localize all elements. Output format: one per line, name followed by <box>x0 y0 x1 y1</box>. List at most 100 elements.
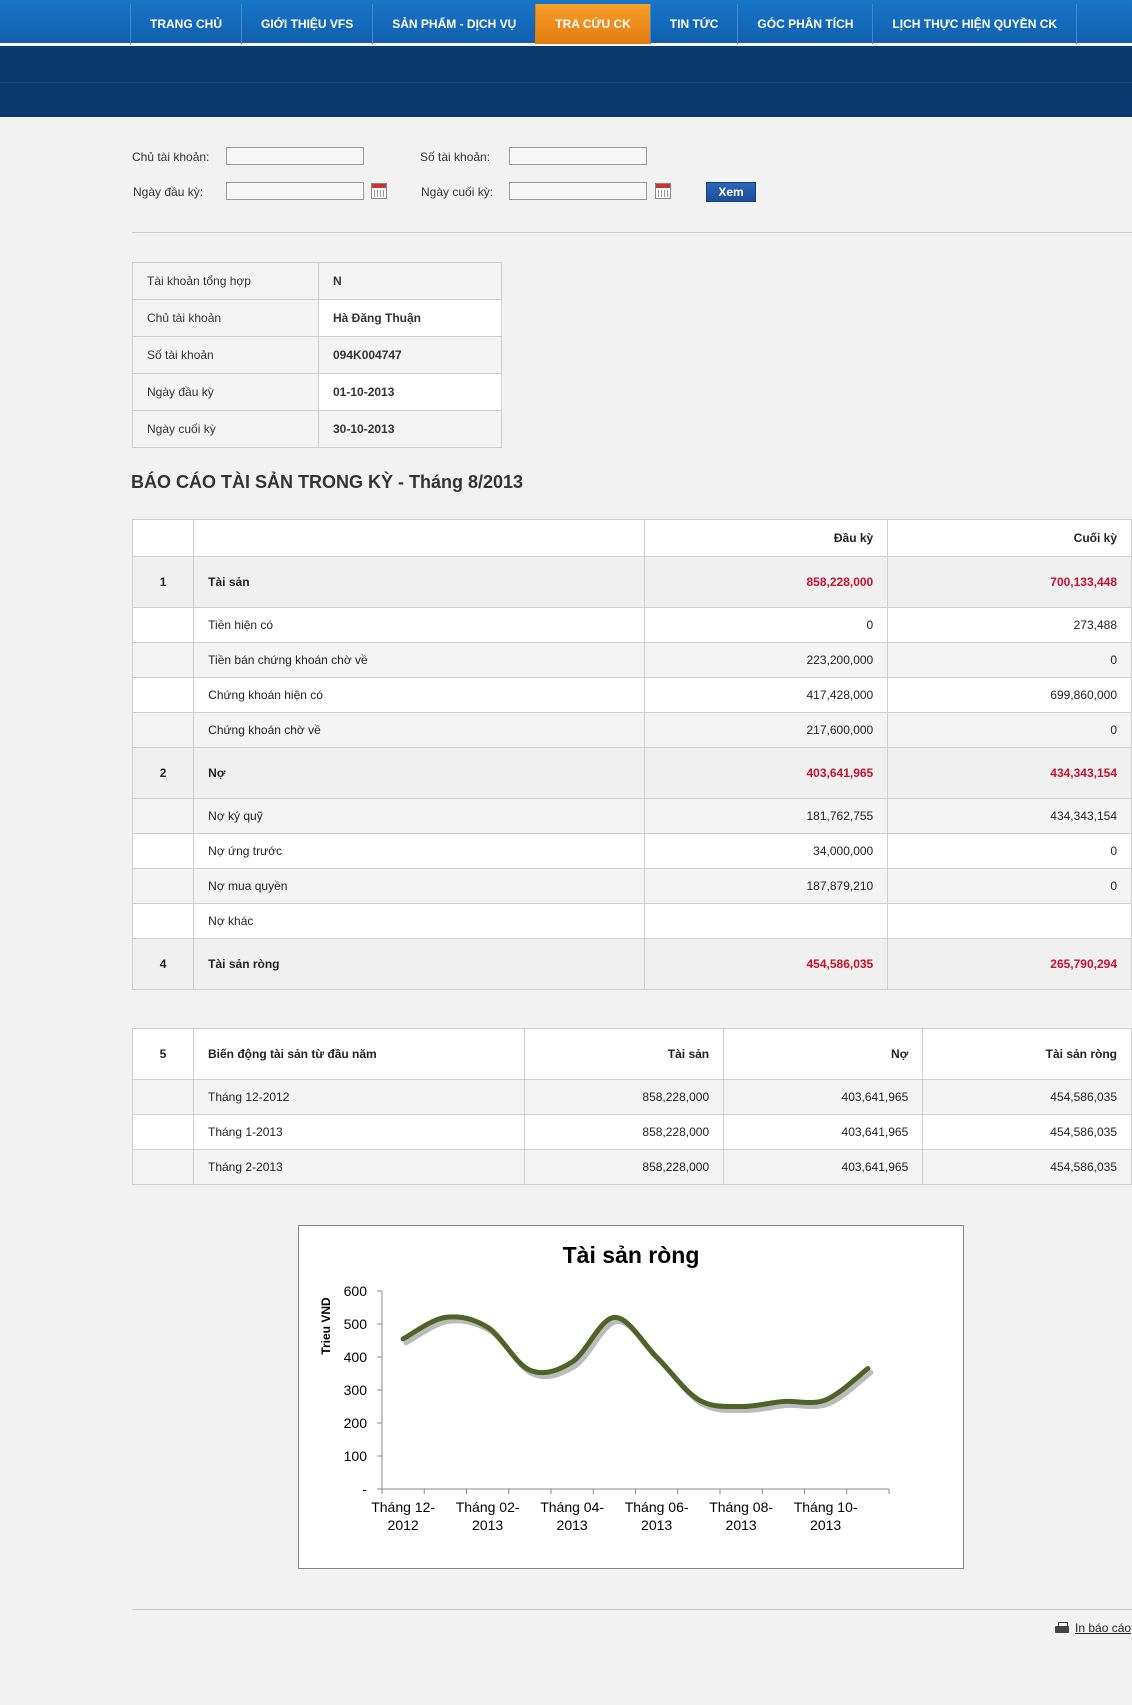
y-tick-label: 300 <box>344 1382 368 1398</box>
row-label: Chứng khoán hiện có <box>193 677 645 713</box>
calendar-icon[interactable] <box>655 183 671 199</box>
info-label: Số tài khoản <box>132 336 319 374</box>
nav-item[interactable]: GIỚI THIỆU VFS <box>241 4 372 44</box>
table-row: Chứng khoán chờ về 217,600,000 0 <box>131 712 1132 748</box>
y-tick-label: - <box>362 1481 367 1497</box>
row-number <box>132 1114 194 1150</box>
row-label: Tiền hiện có <box>193 607 645 643</box>
nav-item[interactable]: TRA CỨU CK <box>535 4 650 44</box>
row-number <box>131 833 195 869</box>
info-label: Chủ tài khoản <box>132 299 319 337</box>
row-number: 2 <box>131 747 195 799</box>
x-tick-label: 2013 <box>472 1517 503 1533</box>
y-tick-label: 400 <box>344 1349 368 1365</box>
row-number <box>131 712 195 748</box>
value-end: 434,343,154 <box>887 798 1132 834</box>
divider <box>132 232 1132 233</box>
header-band-divider <box>0 82 1132 83</box>
info-row: Chủ tài khoản Hà Đăng Thuận <box>132 299 502 337</box>
info-label: Tài khoản tổng hợp <box>132 262 319 300</box>
x-tick-label: 2012 <box>388 1517 419 1533</box>
account-label: Số tài khoản: <box>420 150 491 164</box>
value-assets: 858,228,000 <box>523 1114 725 1150</box>
nav-item[interactable]: SẢN PHẨM - DỊCH VỤ <box>372 4 535 44</box>
value-end: 0 <box>887 712 1132 748</box>
calendar-icon[interactable] <box>371 183 387 199</box>
info-label: Ngày cuối kỳ <box>132 410 319 448</box>
table-header-row: Đầu kỳ Cuối kỳ <box>131 519 1132 557</box>
value-end: 0 <box>887 868 1132 904</box>
series-line <box>400 1314 871 1410</box>
value-start <box>643 903 889 939</box>
table-row: Tiền bán chứng khoán chờ về 223,200,000 0 <box>131 642 1132 678</box>
end-date-input[interactable] <box>509 182 647 200</box>
x-tick-label: 2013 <box>641 1517 672 1533</box>
info-row: Tài khoản tổng hợp N <box>132 262 502 300</box>
value-end: 273,488 <box>887 607 1132 643</box>
value-net: 454,586,035 <box>922 1149 1132 1185</box>
x-tick-label: Tháng 02- <box>456 1499 520 1515</box>
value-end: 699,860,000 <box>887 677 1132 713</box>
nav-item[interactable]: TRANG CHỦ <box>130 4 241 44</box>
value-start: 0 <box>643 607 889 643</box>
start-date-label: Ngày đầu kỳ: <box>133 185 204 199</box>
value-end: 0 <box>887 833 1132 869</box>
info-row: Ngày cuối kỳ 30-10-2013 <box>132 410 502 448</box>
y-tick-label: 500 <box>344 1316 368 1332</box>
view-button[interactable]: Xem <box>706 182 756 202</box>
row-number: 4 <box>131 938 195 990</box>
x-tick-label: Tháng 04- <box>540 1499 604 1515</box>
value-end <box>887 903 1132 939</box>
section-row: 2 Nợ 403,641,965 434,343,154 <box>131 747 1132 799</box>
row-number <box>131 607 195 643</box>
end-date-label: Ngày cuối kỳ: <box>421 185 494 199</box>
row-number <box>132 1149 194 1185</box>
value-debt: 403,641,965 <box>723 1079 924 1115</box>
nav-item[interactable]: TIN TỨC <box>649 4 738 44</box>
info-value: 094K004747 <box>318 336 502 374</box>
value-start: 34,000,000 <box>643 833 889 869</box>
variation-title: Biến động tài sản từ đầu năm <box>193 1028 525 1080</box>
table-row: Chứng khoán hiện có 417,428,000 699,860,00… <box>131 677 1132 713</box>
top-navigation-bar: TRANG CHỦ GIỚI THIỆU VFS SẢN PHẨM - DỊCH V… <box>0 0 1132 46</box>
info-row: Số tài khoản 094K004747 <box>132 336 502 374</box>
table-row: Nợ ký quỹ 181,762,755 434,343,154 <box>131 798 1132 834</box>
x-tick-label: Tháng 08- <box>709 1499 773 1515</box>
value-debt: 403,641,965 <box>723 1149 924 1185</box>
section-row: 1 Tài sản 858,228,000 700,133,448 <box>131 556 1132 608</box>
header-end: Cuối kỳ <box>887 519 1132 557</box>
header-cell <box>193 519 645 557</box>
section-row: 4 Tài sản ròng 454,586,035 265,790,294 <box>131 938 1132 990</box>
chart-svg: Tài sản ròng Trieu VND - 100 200 300 400 500 600… <box>319 1242 890 1533</box>
value-start: 403,641,965 <box>643 747 889 799</box>
nav-item[interactable]: LỊCH THỰC HIỆN QUYỀN CK <box>872 4 1078 44</box>
start-date-input[interactable] <box>226 182 364 200</box>
nav-item[interactable]: GÓC PHÂN TÍCH <box>737 4 872 44</box>
header-cell <box>131 519 195 557</box>
printer-icon <box>1055 1621 1069 1635</box>
value-end: 700,133,448 <box>887 556 1132 608</box>
account-info-table: Tài khoản tổng hợp N Chủ tài khoản Hà Đăng … <box>132 262 502 448</box>
print-report-link[interactable]: In báo cáo <box>1055 1621 1131 1635</box>
y-axis-label: Trieu VND <box>319 1297 333 1355</box>
table-header-row: 5 Biến động tài sản từ đầu năm Tài sản N… <box>132 1028 1132 1080</box>
info-value: 30-10-2013 <box>318 410 502 448</box>
row-label: Nợ <box>193 747 645 799</box>
account-input[interactable] <box>509 147 647 165</box>
row-number: 1 <box>131 556 195 608</box>
table-row: Nợ khác <box>131 903 1132 939</box>
value-end: 0 <box>887 642 1132 678</box>
row-number <box>131 642 195 678</box>
info-value: 01-10-2013 <box>318 373 502 411</box>
table-row: Nợ ứng trước 34,000,000 0 <box>131 833 1132 869</box>
row-number <box>131 677 195 713</box>
x-tick-label: Tháng 10- <box>794 1499 858 1515</box>
row-number <box>132 1079 194 1115</box>
header-net: Tài sản ròng <box>922 1028 1132 1080</box>
row-number <box>131 868 195 904</box>
owner-input[interactable] <box>226 147 364 165</box>
value-end: 265,790,294 <box>887 938 1132 990</box>
report-title: BÁO CÁO TÀI SẢN TRONG KỲ - Tháng 8/2013 <box>131 472 524 492</box>
header-debt: Nợ <box>723 1028 924 1080</box>
y-tick-label: 600 <box>344 1283 368 1299</box>
